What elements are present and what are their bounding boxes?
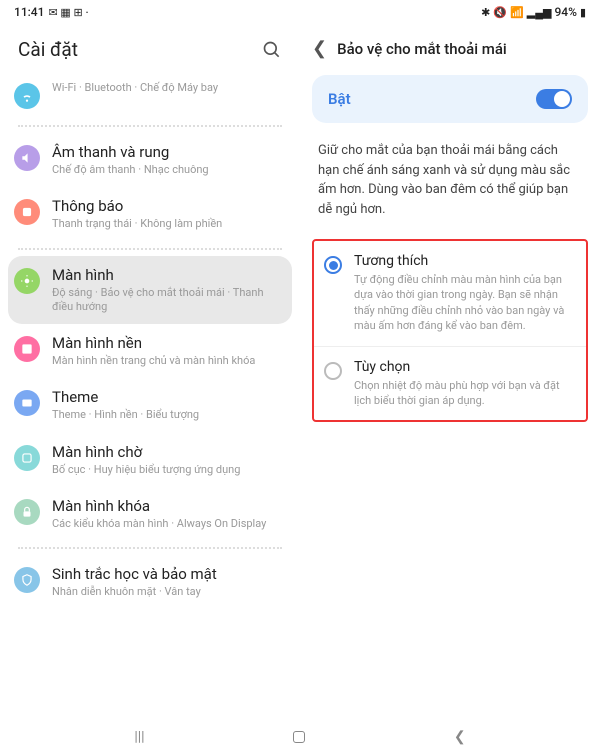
- homescreen-icon: [14, 445, 40, 471]
- mute-icon: 🔇: [493, 6, 507, 19]
- search-icon[interactable]: [262, 40, 282, 60]
- toggle-switch[interactable]: [536, 89, 572, 109]
- setting-item-notifications[interactable]: Thông báoThanh trạng thái · Không làm ph…: [8, 187, 292, 241]
- back-icon[interactable]: ❮: [312, 38, 327, 59]
- battery-icon: ▮: [580, 6, 586, 19]
- setting-item-display[interactable]: Màn hìnhĐộ sáng · Bảo vệ cho mắt thoải m…: [8, 256, 292, 325]
- detail-title: Bảo vệ cho mắt thoải mái: [337, 40, 507, 58]
- radio-checked-icon: [324, 256, 342, 274]
- mode-radio-group: Tương thíchTự động điều chỉnh màu màn hì…: [312, 239, 588, 422]
- display-icon: [14, 268, 40, 294]
- status-app-icons: ✉ ▦ ⊞ ·: [48, 6, 88, 19]
- radio-option-adaptive[interactable]: Tương thíchTự động điều chỉnh màu màn hì…: [314, 241, 586, 346]
- notification-icon: [14, 199, 40, 225]
- setting-item-theme[interactable]: ThemeTheme · Hình nền · Biểu tượng: [8, 378, 292, 432]
- toggle-label: Bật: [328, 90, 351, 108]
- sound-icon: [14, 145, 40, 171]
- settings-title: Cài đặt: [18, 38, 78, 61]
- settings-list[interactable]: Wi-Fi · Bluetooth · Chế độ Máy bay Âm th…: [0, 71, 300, 724]
- bluetooth-icon: ✱: [481, 6, 490, 19]
- nav-back-button[interactable]: ❮: [454, 729, 466, 745]
- detail-pane: ❮ Bảo vệ cho mắt thoải mái Bật Giữ cho m…: [300, 24, 600, 724]
- wallpaper-icon: [14, 336, 40, 362]
- battery-percent: 94%: [554, 5, 576, 19]
- radio-option-custom[interactable]: Tùy chọnChọn nhiệt độ màu phù hợp với bạ…: [314, 346, 586, 421]
- setting-item-wallpaper[interactable]: Màn hình nềnMàn hình nền trang chủ và mà…: [8, 324, 292, 378]
- master-toggle-row[interactable]: Bật: [312, 75, 588, 123]
- signal-icon: ▂▄▆: [527, 6, 552, 19]
- settings-pane: Cài đặt Wi-Fi · Bluetooth · Chế độ Máy b…: [0, 24, 300, 724]
- setting-item-homescreen[interactable]: Màn hình chờBố cục · Huy hiệu biểu tượng…: [8, 433, 292, 487]
- theme-icon: [14, 390, 40, 416]
- setting-item-biometrics[interactable]: Sinh trắc học và bảo mậtNhân diễn khuôn …: [8, 555, 292, 609]
- setting-item-lockscreen[interactable]: Màn hình khóaCác kiểu khóa màn hình · Al…: [8, 487, 292, 541]
- lock-icon: [14, 499, 40, 525]
- status-bar: 11:41 ✉ ▦ ⊞ · ✱ 🔇 📶 ▂▄▆ 94% ▮: [0, 0, 600, 24]
- setting-item-sound[interactable]: Âm thanh và rungChế độ âm thanh · Nhạc c…: [8, 133, 292, 187]
- wifi-category-icon: [14, 83, 40, 109]
- nav-home-button[interactable]: [293, 731, 305, 743]
- nav-recent-button[interactable]: |||: [134, 729, 144, 745]
- radio-unchecked-icon: [324, 362, 342, 380]
- wifi-icon: 📶: [510, 6, 524, 19]
- navigation-bar: ||| ❮: [0, 724, 600, 749]
- status-time: 11:41: [14, 5, 44, 19]
- feature-description: Giữ cho mắt của bạn thoải mái bằng cách …: [300, 129, 600, 231]
- shield-icon: [14, 567, 40, 593]
- setting-item-connections[interactable]: Wi-Fi · Bluetooth · Chế độ Máy bay: [8, 71, 292, 119]
